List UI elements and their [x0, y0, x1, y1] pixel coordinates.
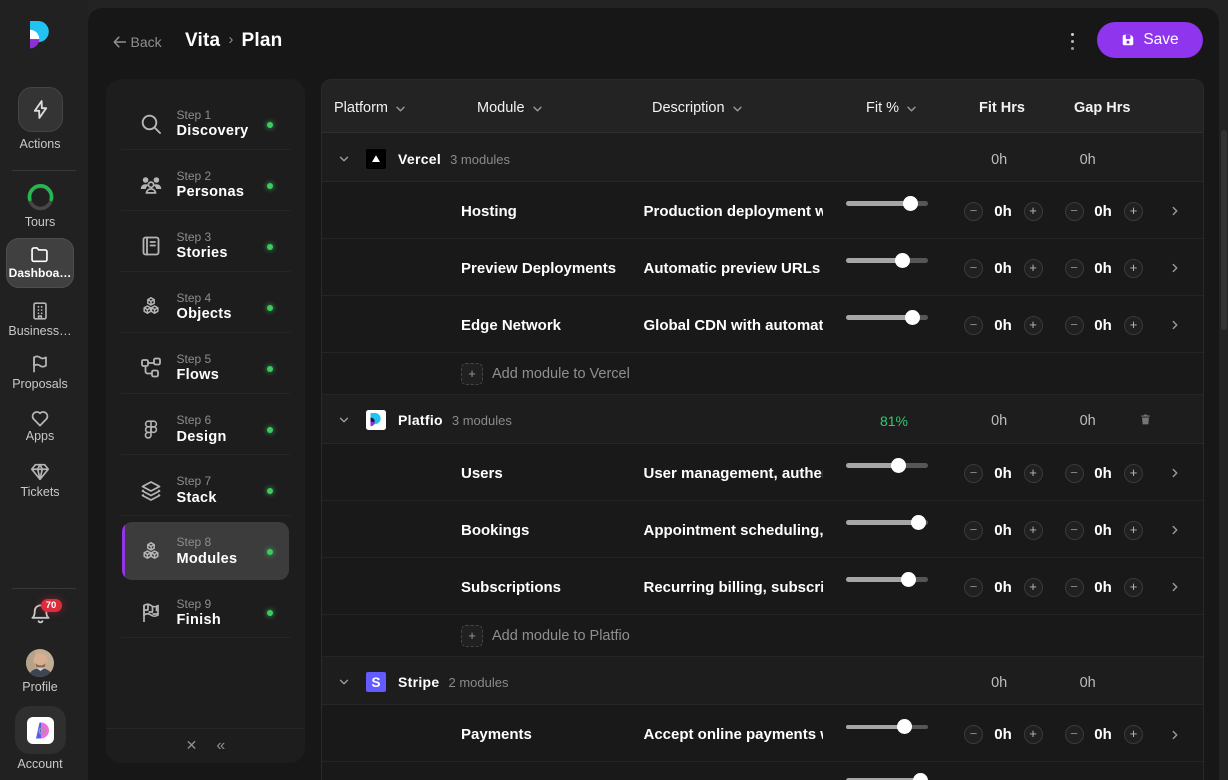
svg-text:G: G [38, 727, 46, 738]
svg-text:S: S [371, 675, 380, 690]
